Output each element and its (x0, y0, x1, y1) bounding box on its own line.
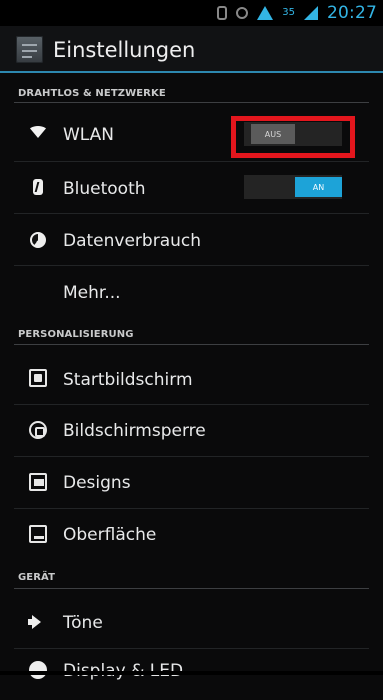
page-title: Einstellungen (53, 38, 196, 62)
status-time: 20:27 (327, 3, 377, 23)
battery-status: 35 (282, 7, 295, 18)
data-usage-icon (28, 230, 48, 250)
settings-item-data-usage[interactable]: Datenverbrauch (0, 213, 383, 265)
bluetooth-toggle[interactable]: AN (244, 175, 342, 199)
home-screen-icon (28, 368, 48, 388)
action-bar-divider (0, 71, 383, 73)
lock-screen-icon (28, 420, 48, 440)
bluetooth-toggle-state: AN (295, 177, 342, 197)
settings-item-sounds[interactable]: Töne (0, 596, 383, 648)
designs-icon (28, 472, 48, 492)
data-usage-label: Datenverbrauch (63, 231, 202, 251)
highlight-box (231, 116, 355, 158)
settings-item-bluetooth[interactable]: Bluetooth AN (0, 161, 383, 213)
settings-item-lock-screen[interactable]: Bildschirmsperre (0, 404, 383, 456)
interface-label: Oberfläche (63, 525, 157, 545)
wifi-icon (28, 122, 48, 142)
settings-app-icon (16, 36, 43, 63)
section-header-device: GERÄT (18, 572, 56, 583)
designs-label: Designs (63, 473, 131, 493)
alarm-status-icon (236, 7, 249, 19)
settings-item-designs[interactable]: Designs (0, 456, 383, 508)
status-icons: 35 20:27 (217, 3, 377, 23)
screen-bottom-edge (0, 671, 383, 675)
wifi-status-icon (257, 6, 274, 20)
section-divider (14, 588, 369, 589)
lock-screen-label: Bildschirmsperre (63, 421, 206, 441)
more-label: Mehr... (63, 283, 121, 303)
section-header-wireless: DRAHTLOS & NETZWERKE (18, 88, 166, 99)
interface-icon (28, 524, 48, 544)
section-divider (14, 102, 369, 103)
settings-item-home-screen[interactable]: Startbildschirm (0, 352, 383, 404)
section-divider (14, 344, 369, 345)
bluetooth-status-icon (217, 6, 228, 20)
section-header-personalization: PERSONALISIERUNG (18, 329, 134, 340)
volume-icon (28, 612, 48, 632)
settings-item-more[interactable]: Mehr... (0, 265, 383, 317)
bluetooth-label: Bluetooth (63, 179, 146, 199)
settings-item-interface[interactable]: Oberfläche (0, 508, 383, 560)
display-icon (28, 660, 48, 680)
sounds-label: Töne (63, 613, 103, 633)
home-screen-label: Startbildschirm (63, 370, 193, 390)
bluetooth-icon (28, 177, 48, 197)
wlan-label: WLAN (63, 125, 115, 145)
signal-status-icon (304, 6, 318, 20)
